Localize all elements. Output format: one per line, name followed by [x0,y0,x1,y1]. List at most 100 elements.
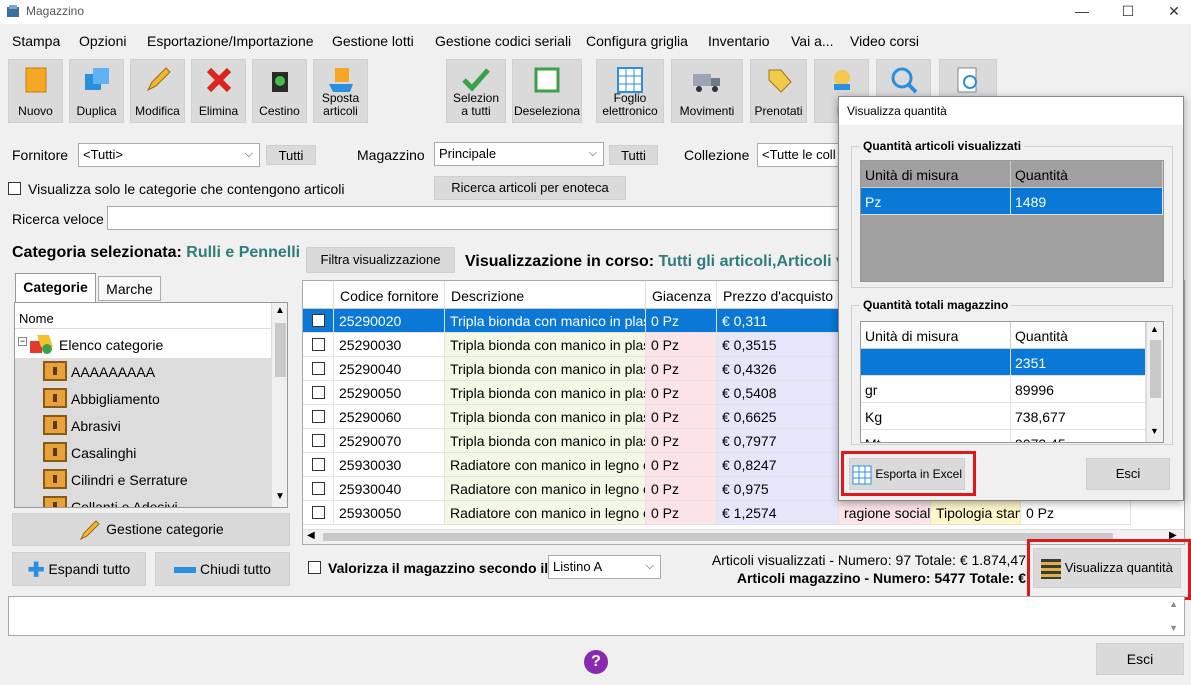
row-checkbox[interactable] [312,314,325,327]
row-checkbox[interactable] [312,386,325,399]
tab-categorie[interactable]: Categorie [15,273,96,302]
total-cell-unita[interactable]: Kg [861,403,1011,430]
hscroll-thumb[interactable] [323,533,1113,541]
tree-root[interactable]: − Elenco categorie [15,331,271,358]
notes-area[interactable]: ▲ ▼ [8,596,1185,636]
deseleziona-button[interactable]: Deseleziona [512,59,582,123]
grid-cell[interactable]: 25290060 [334,405,445,429]
scroll-thumb[interactable] [1150,340,1161,398]
total-cell-unita[interactable] [861,349,1011,376]
magazzino-select[interactable]: Principale ⌵ [434,142,604,166]
category-tree[interactable]: Nome − Elenco categorie AAAAAAAAA Abbigl… [14,302,288,508]
scroll-down-icon[interactable]: ▼ [1150,426,1159,436]
tree-item[interactable]: Abbigliamento [15,385,271,412]
filtra-visualizzazione-button[interactable]: Filtra visualizzazione [306,247,455,273]
grid-cell[interactable]: 0 Pz [646,333,717,357]
cestino-button[interactable]: Cestino [252,59,307,123]
menu-configura-griglia[interactable]: Configura griglia [586,33,688,49]
collapse-icon[interactable]: − [18,337,27,346]
grid-row-checkbox-cell[interactable] [303,333,334,357]
menu-esportazione[interactable]: Esportazione/Importazione [147,33,314,49]
seleziona-tutti-button[interactable]: Selezion a tutti [446,59,506,123]
scroll-thumb[interactable] [275,323,286,377]
grid-row-checkbox-cell[interactable] [303,357,334,381]
grid-cell[interactable]: 25290070 [334,429,445,453]
ricerca-enoteca-button[interactable]: Ricerca articoli per enoteca [434,176,626,200]
scroll-up-icon[interactable]: ▲ [1150,324,1159,334]
row-checkbox[interactable] [312,434,325,447]
total-cell-unita[interactable]: Mt [861,430,1011,442]
grid-cell[interactable]: € 0,3515 [717,333,839,357]
grid-row-checkbox-cell[interactable] [303,453,334,477]
grid-cell[interactable]: € 0,4326 [717,357,839,381]
menu-vai-a[interactable]: Vai a... [791,33,834,49]
scroll-up-icon[interactable]: ▲ [275,305,285,316]
row-checkbox[interactable] [312,458,325,471]
elimina-button[interactable]: Elimina [191,59,246,123]
quantity-cell-valore[interactable]: 1489 [1011,188,1163,215]
espandi-tutto-button[interactable]: ✚ Espandi tutto [12,552,146,586]
menu-gestione-lotti[interactable]: Gestione lotti [332,33,414,49]
grid-cell[interactable]: 0 Pz [646,429,717,453]
menu-opzioni[interactable]: Opzioni [79,33,126,49]
solo-categorie-checkbox[interactable] [8,182,21,195]
grid-cell[interactable]: Tripla bionda con manico in plas [445,405,646,429]
grid-cell[interactable]: Tripla bionda con manico in plas [445,381,646,405]
gestione-categorie-button[interactable]: Gestione categorie [12,513,290,546]
grid-cell[interactable]: 25930030 [334,453,445,477]
esci-main-button[interactable]: Esci [1096,643,1184,675]
grid-cell[interactable]: 0 Pz [646,357,717,381]
grid-cell[interactable]: Tripla bionda con manico in plas [445,309,646,333]
grid-cell[interactable]: 25290050 [334,381,445,405]
grid-cell[interactable]: 0 Pz [646,477,717,501]
prenotati-button[interactable]: Prenotati [750,59,807,123]
total-cell-valore[interactable]: 2351 [1011,349,1146,376]
grid-row-checkbox-cell[interactable] [303,405,334,429]
grid-cell[interactable]: Radiatore con manico in legno c [445,501,646,525]
maximize-button[interactable]: ☐ [1105,0,1151,24]
row-checkbox[interactable] [312,338,325,351]
tab-marche[interactable]: Marche [98,276,161,301]
magazzino-tutti-button[interactable]: Tutti [609,145,658,165]
tree-item[interactable]: Casalinghi [15,439,271,466]
row-checkbox[interactable] [312,482,325,495]
close-button[interactable]: ✕ [1151,0,1191,24]
grid-cell[interactable]: € 0,6625 [717,405,839,429]
tree-item[interactable]: Cilindri e Serrature [15,466,271,493]
grid-cell[interactable]: € 1,2574 [717,501,839,525]
quantity-table-magazzino[interactable]: Unità di misura Quantità 2351 gr 89996 K… [860,321,1164,443]
ricerca-veloce-input[interactable] [107,206,841,230]
totals-scrollbar[interactable]: ▲ ▼ [1146,322,1163,442]
foglio-elettronico-button[interactable]: Foglio elettronico [596,59,664,123]
grid-cell[interactable]: Radiatore con manico in legno c [445,453,646,477]
menu-stampa[interactable]: Stampa [12,33,60,49]
grid-cell[interactable]: 0 Pz [646,309,717,333]
total-cell-valore[interactable]: 738,677 [1011,403,1146,430]
row-checkbox[interactable] [312,410,325,423]
row-checkbox[interactable] [312,506,325,519]
grid-header-prezzo[interactable]: Prezzo d'acquisto [717,281,839,309]
grid-row-checkbox-cell[interactable] [303,381,334,405]
minimize-button[interactable]: — [1059,0,1105,24]
grid-row-checkbox-cell[interactable] [303,477,334,501]
total-cell-unita[interactable]: gr [861,376,1011,403]
menu-codici-seriali[interactable]: Gestione codici seriali [435,33,571,49]
tree-item[interactable]: Abrasivi [15,412,271,439]
grid-cell[interactable]: 25290020 [334,309,445,333]
grid-header-codice[interactable]: Codice fornitore [334,281,445,309]
tree-item[interactable]: AAAAAAAAA [15,358,271,385]
grid-cell[interactable]: Tripla bionda con manico in plas [445,429,646,453]
grid-cell[interactable]: 25290040 [334,357,445,381]
grid-cell[interactable]: 0 Pz [646,405,717,429]
listino-select[interactable]: Listino A ⌵ [548,555,661,579]
scroll-up-icon[interactable]: ▲ [1169,599,1178,609]
grid-row-checkbox-cell[interactable] [303,501,334,525]
grid-row-checkbox-cell[interactable] [303,309,334,333]
grid-cell[interactable]: Tripla bionda con manico in plas [445,357,646,381]
grid-row-checkbox-cell[interactable] [303,429,334,453]
duplica-button[interactable]: Duplica [69,59,124,123]
grid-cell[interactable]: 0 Pz [646,501,717,525]
grid-cell[interactable]: 25930050 [334,501,445,525]
fornitore-tutti-button[interactable]: Tutti [266,145,316,165]
grid-cell[interactable]: € 0,7977 [717,429,839,453]
